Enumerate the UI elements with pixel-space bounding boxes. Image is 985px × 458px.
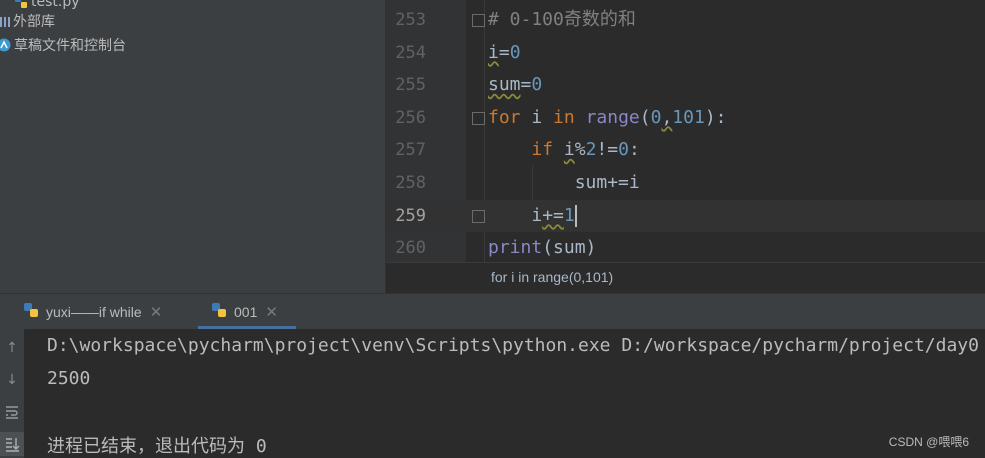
python-icon xyxy=(210,301,228,322)
code-text: print(sum) xyxy=(488,237,597,259)
code-line[interactable]: 260 print(sum) xyxy=(386,232,985,262)
fold-marker-icon[interactable] xyxy=(472,14,485,27)
scratches-icon xyxy=(0,38,11,52)
code-line[interactable]: 256 for i in range(0,101): xyxy=(386,102,985,135)
close-icon[interactable]: ✕ xyxy=(150,303,163,321)
breadcrumb-text[interactable]: for i in range(0,101) xyxy=(491,269,613,285)
fold-marker-icon[interactable] xyxy=(472,111,485,125)
code-text: for i in range(0,101): xyxy=(488,106,727,128)
python-file-icon xyxy=(14,0,28,9)
line-number: 255 xyxy=(395,75,426,96)
python-icon xyxy=(22,301,40,322)
console-line: 进程已结束，退出代码为 0 xyxy=(47,436,267,457)
scroll-to-end-icon[interactable] xyxy=(0,432,24,456)
project-item-label: 草稿文件和控制台 xyxy=(14,38,126,54)
line-number: 260 xyxy=(395,238,426,259)
code-text: i+=1 xyxy=(531,204,577,227)
code-editor[interactable]: 253 # 0-100奇数的和 254 i=0 255 sum=0 256 fo… xyxy=(386,0,985,262)
code-text: sum=0 xyxy=(488,74,543,96)
tab-label: 001 xyxy=(234,303,258,320)
project-item-label: 外部库 xyxy=(13,14,55,30)
code-line[interactable]: 253 # 0-100奇数的和 xyxy=(386,4,985,37)
console-line: 2500 xyxy=(47,368,91,389)
line-number: 258 xyxy=(395,173,426,193)
line-number: 259 xyxy=(395,205,426,226)
fold-marker-icon[interactable] xyxy=(472,209,485,223)
library-icon xyxy=(0,14,10,28)
code-line[interactable]: 255 sum=0 xyxy=(386,69,985,102)
code-text: i=0 xyxy=(488,41,521,63)
code-text: if i%2!=0: xyxy=(531,139,640,161)
console-line: D:\workspace\pycharm\project\venv\Script… xyxy=(47,335,979,356)
line-number: 257 xyxy=(395,140,426,161)
editor-breadcrumb[interactable]: for i in range(0,101) xyxy=(386,262,985,294)
scroll-up-icon[interactable]: ↑ xyxy=(0,336,24,360)
run-tab-001[interactable]: 001 ✕ xyxy=(198,294,296,329)
close-icon[interactable]: ✕ xyxy=(265,303,278,321)
line-number: 253 xyxy=(395,10,426,30)
code-line[interactable]: 258 sum+=i xyxy=(386,167,985,200)
run-toolbar: ↑ ↓ xyxy=(0,329,24,458)
project-item-scratches[interactable]: 草稿文件和控制台 xyxy=(0,33,126,57)
code-line[interactable]: 254 i=0 xyxy=(386,37,985,70)
scroll-down-icon[interactable]: ↓ xyxy=(0,368,24,392)
code-line[interactable]: 257 if i%2!=0: xyxy=(386,134,985,167)
run-tab-yuxi[interactable]: yuxi——if while ✕ xyxy=(22,294,162,329)
code-text: # 0-100奇数的和 xyxy=(488,9,636,30)
line-number: 254 xyxy=(395,42,426,63)
project-panel: test.py 外部库 草稿文件和控制台 xyxy=(0,0,386,293)
line-number: 256 xyxy=(395,107,426,128)
code-line-current[interactable]: 259 i+=1 xyxy=(386,199,985,233)
code-text: sum+=i xyxy=(574,172,640,193)
project-item-external-libraries[interactable]: 外部库 xyxy=(0,9,55,33)
soft-wrap-icon[interactable] xyxy=(0,400,24,424)
tab-label: yuxi——if while xyxy=(46,303,142,320)
run-tab-bar: yuxi——if while ✕ 001 ✕ xyxy=(0,293,985,330)
text-caret xyxy=(574,204,577,227)
watermark: CSDN @喂喂6 xyxy=(888,435,969,449)
run-console[interactable]: D:\workspace\pycharm\project\venv\Script… xyxy=(25,329,985,458)
